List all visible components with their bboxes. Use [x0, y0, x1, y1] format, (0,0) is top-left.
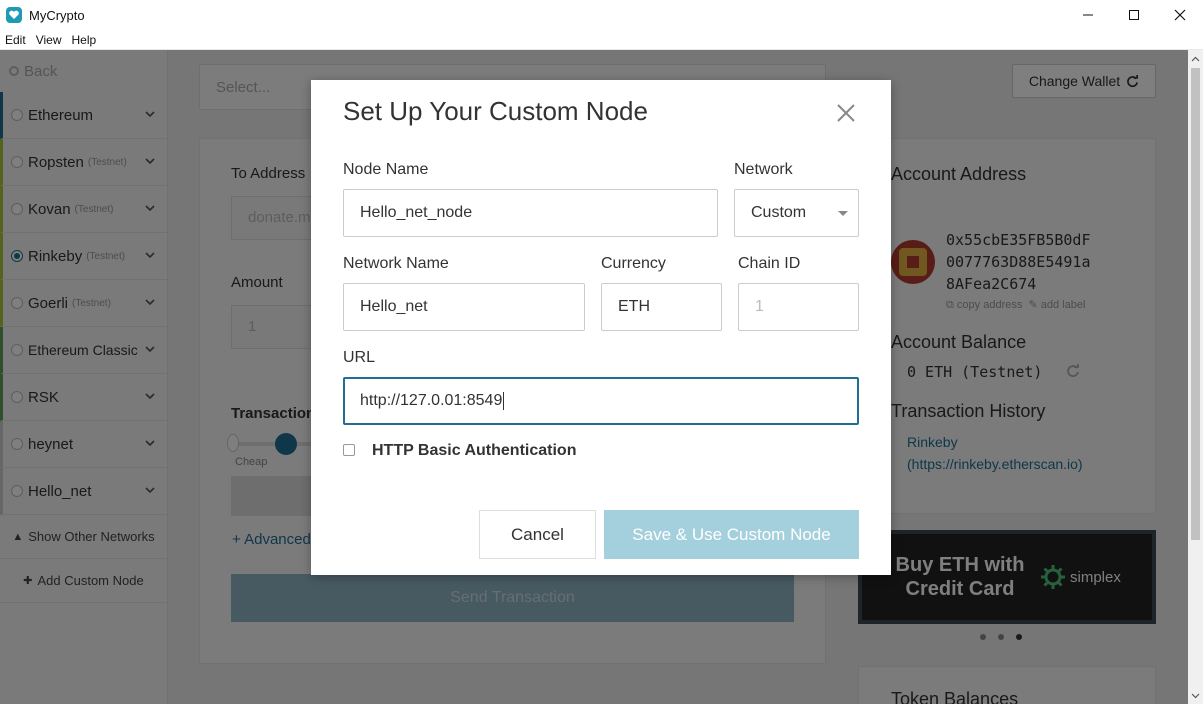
minimize-button[interactable] — [1065, 0, 1111, 30]
scroll-down-icon[interactable] — [1191, 691, 1200, 700]
network-name-label: Network Name — [343, 255, 449, 272]
save-custom-node-button[interactable]: Save & Use Custom Node — [604, 510, 859, 559]
dropdown-arrow-icon — [838, 211, 848, 216]
minimize-icon — [1083, 14, 1093, 16]
network-select[interactable]: Custom — [734, 189, 859, 237]
cancel-button[interactable]: Cancel — [479, 510, 596, 559]
close-window-button[interactable] — [1157, 0, 1203, 30]
menu-view[interactable]: View — [31, 33, 67, 47]
window-title: MyCrypto — [29, 7, 85, 23]
currency-input[interactable]: ETH — [601, 283, 722, 331]
menu-bar: Edit View Help — [0, 30, 1203, 50]
custom-node-modal: Set Up Your Custom Node Node Name Hello_… — [311, 80, 891, 575]
chain-id-label: Chain ID — [738, 255, 801, 272]
currency-label: Currency — [601, 255, 666, 272]
node-name-label: Node Name — [343, 161, 429, 178]
chain-id-input[interactable]: 1 — [738, 283, 859, 331]
node-name-input[interactable]: Hello_net_node — [343, 189, 718, 237]
http-auth-checkbox[interactable] — [343, 444, 355, 456]
close-icon — [1174, 9, 1186, 21]
url-label: URL — [343, 349, 376, 366]
network-select-value: Custom — [751, 204, 807, 221]
maximize-icon — [1129, 10, 1139, 20]
url-input[interactable]: http://127.0.01:8549 — [343, 377, 859, 425]
http-auth-label[interactable]: HTTP Basic Authentication — [372, 442, 576, 460]
modal-close-icon[interactable] — [835, 102, 857, 124]
network-label: Network — [734, 161, 793, 178]
url-input-value: http://127.0.01:8549 — [360, 392, 503, 409]
scroll-up-icon[interactable] — [1191, 55, 1200, 64]
menu-edit[interactable]: Edit — [0, 33, 31, 47]
maximize-button[interactable] — [1111, 0, 1157, 30]
text-caret — [503, 392, 505, 410]
page-scrollbar[interactable] — [1188, 50, 1203, 704]
title-bar: MyCrypto — [0, 0, 1203, 30]
network-name-input[interactable]: Hello_net — [343, 283, 585, 331]
scroll-thumb[interactable] — [1191, 68, 1200, 540]
mycrypto-logo-icon — [6, 7, 22, 23]
menu-help[interactable]: Help — [66, 33, 101, 47]
modal-title: Set Up Your Custom Node — [343, 96, 648, 126]
